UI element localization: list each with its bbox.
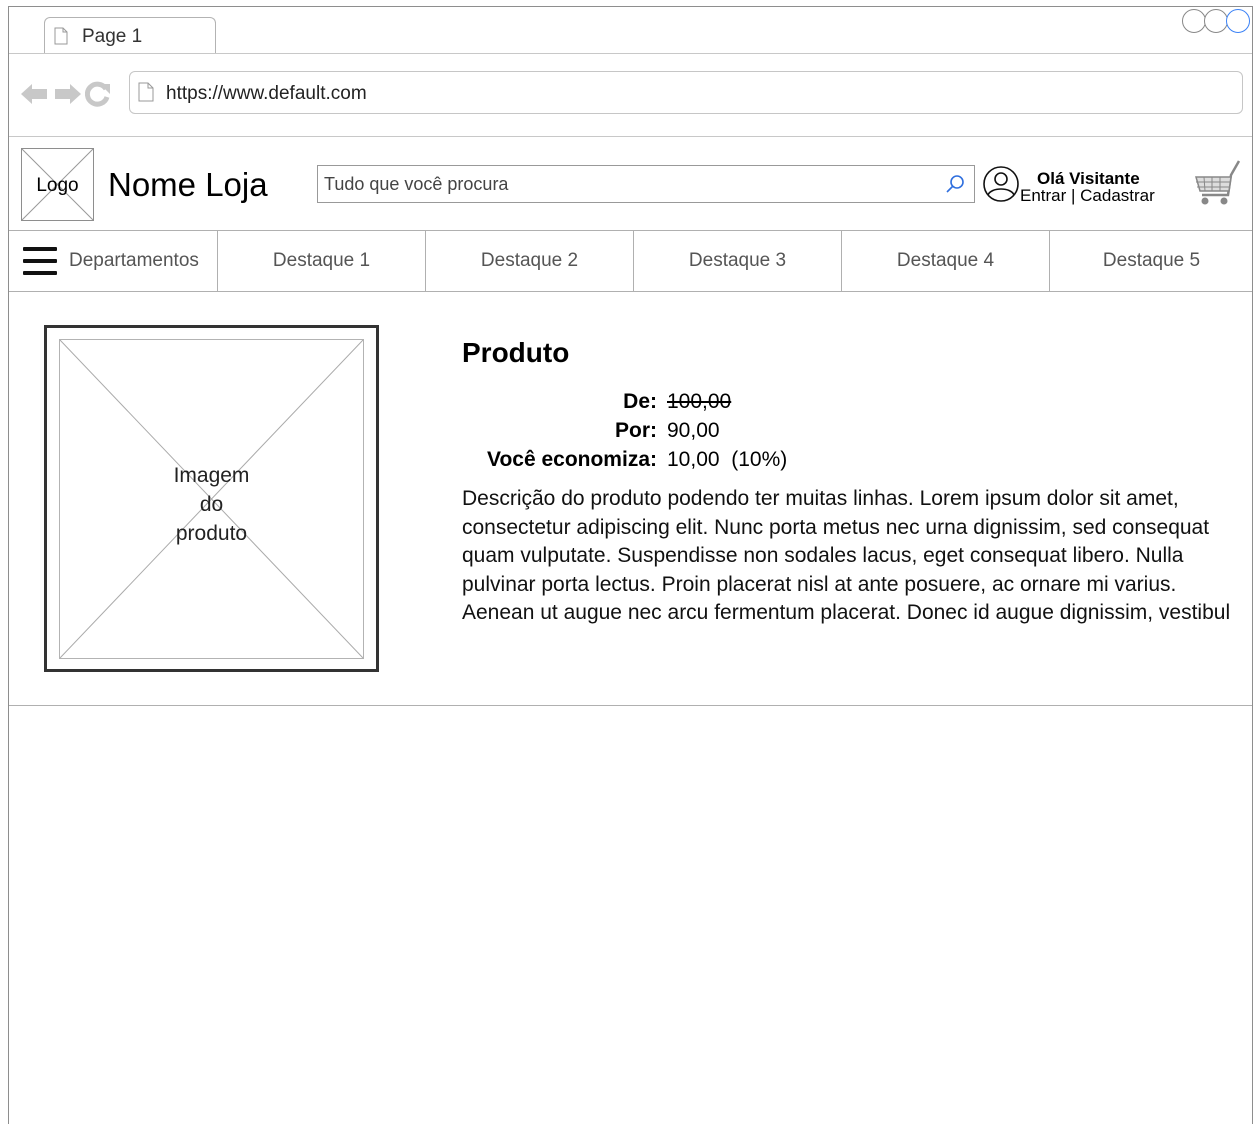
address-bar[interactable]: https://www.default.com <box>129 71 1243 114</box>
user-icon[interactable] <box>981 164 1021 204</box>
cart-icon[interactable] <box>1192 159 1242 207</box>
price-row-savings: Você economiza: 10,00 (10%) <box>462 445 787 474</box>
nav-item-destaque-4[interactable]: Destaque 4 <box>842 231 1050 291</box>
search-field[interactable]: Tudo que você procura <box>317 165 975 203</box>
category-nav: Departamentos Destaque 1 Destaque 2 Dest… <box>9 231 1252 291</box>
store-name[interactable]: Nome Loja <box>108 166 268 204</box>
nav-item-destaque-3[interactable]: Destaque 3 <box>634 231 842 291</box>
image-label-line: Imagem <box>173 464 250 487</box>
address-bar-divider <box>9 136 1252 137</box>
price-table: De: 100,00 Por: 90,00 Você economiza: 10… <box>462 387 787 474</box>
reload-icon[interactable] <box>85 81 111 107</box>
tab-label: Page 1 <box>82 26 143 47</box>
logo-label: Logo <box>36 175 79 196</box>
window-minimize-button[interactable] <box>1182 9 1206 33</box>
price-label: De: <box>623 390 657 413</box>
hamburger-icon <box>23 247 57 275</box>
product-image[interactable]: Imagem do produto <box>44 325 379 672</box>
product-image-label: Imagem do produto <box>60 461 363 548</box>
product-description: Descrição do produto podendo ter muitas … <box>462 487 1231 624</box>
image-label-line: do <box>199 493 224 516</box>
nav-item-destaque-2[interactable]: Destaque 2 <box>426 231 634 291</box>
login-register-links[interactable]: Entrar | Cadastrar <box>1020 186 1155 206</box>
current-price: 90,00 <box>667 419 720 442</box>
window-maximize-button[interactable] <box>1204 9 1228 33</box>
product-title: Produto <box>462 337 570 368</box>
savings-value: 10,00 (10%) <box>667 448 788 471</box>
nav-item-destaque-1[interactable]: Destaque 1 <box>218 231 426 291</box>
arrow-left-icon[interactable] <box>21 83 49 105</box>
browser-nav-buttons <box>21 81 111 107</box>
page-icon <box>138 82 154 102</box>
search-input[interactable]: Tudo que você procura <box>324 174 508 195</box>
window-close-button[interactable] <box>1226 9 1250 33</box>
tab-strip-divider <box>9 53 1252 54</box>
browser-window: Page 1 https://www.default.com Logo Nome… <box>8 6 1253 1124</box>
price-row-original: De: 100,00 <box>462 387 787 416</box>
arrow-right-icon[interactable] <box>53 83 81 105</box>
search-icon[interactable] <box>944 173 966 195</box>
nav-item-destaque-5[interactable]: Destaque 5 <box>1050 231 1253 291</box>
category-nav-divider <box>9 291 1252 292</box>
price-label: Por: <box>615 419 657 442</box>
price-row-current: Por: 90,00 <box>462 416 787 445</box>
tab-page-1[interactable]: Page 1 <box>44 17 216 54</box>
page-icon <box>54 27 68 45</box>
window-controls <box>1182 9 1250 33</box>
price-label: Você economiza: <box>487 448 657 471</box>
departments-label: Departamentos <box>69 250 199 271</box>
url-text: https://www.default.com <box>166 83 367 104</box>
product-image-placeholder: Imagem do produto <box>59 339 364 659</box>
original-price: 100,00 <box>667 390 732 413</box>
departments-menu[interactable]: Departamentos <box>9 231 218 291</box>
product-section-divider <box>9 705 1252 706</box>
image-label-line: produto <box>175 522 248 545</box>
store-logo[interactable]: Logo <box>21 148 94 221</box>
